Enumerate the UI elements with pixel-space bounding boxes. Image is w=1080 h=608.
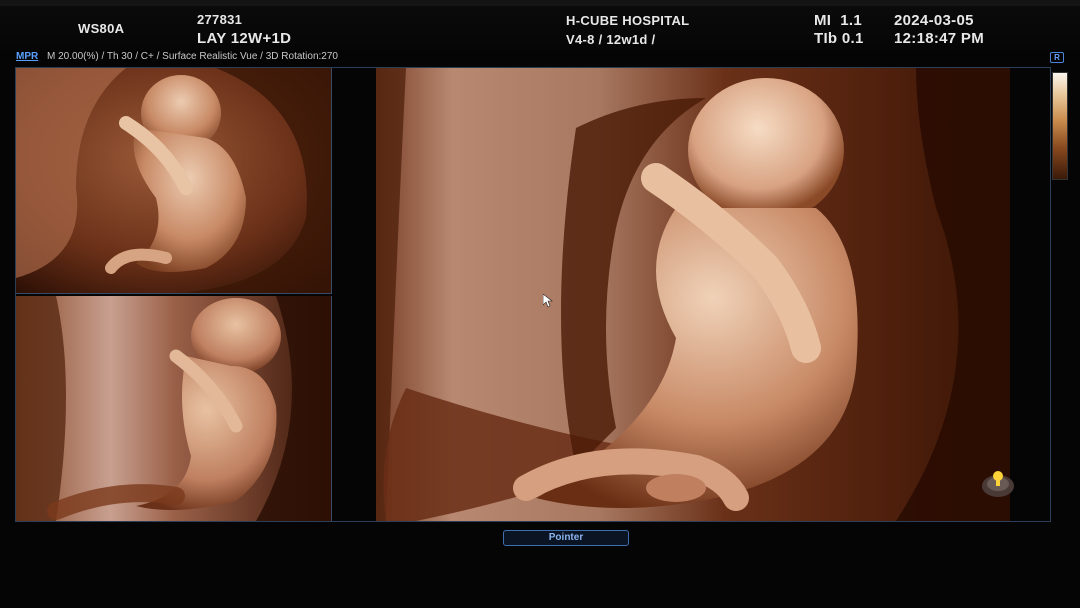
gestational-age: LAY 12W+1D bbox=[197, 30, 292, 47]
tib-value: 0.1 bbox=[841, 30, 864, 47]
pointer-button[interactable]: Pointer bbox=[503, 530, 629, 546]
fetus-render-a bbox=[16, 68, 331, 293]
color-map-bar bbox=[1052, 72, 1068, 180]
mouse-cursor-icon bbox=[543, 294, 553, 308]
mi-label: MI bbox=[814, 12, 832, 29]
exam-time: 12:18:47 PM bbox=[894, 30, 985, 47]
exam-date: 2024-03-05 bbox=[894, 12, 974, 29]
tib-readout: TIb 0.1 bbox=[814, 30, 864, 47]
fetus-render-main bbox=[376, 68, 1010, 521]
hospital-name: H-CUBE HOSPITAL bbox=[566, 13, 690, 28]
probe-info: V4-8 / 12w1d / bbox=[566, 32, 656, 47]
r-icon[interactable]: R bbox=[1050, 52, 1064, 63]
patient-id: 277831 bbox=[197, 12, 243, 27]
render-params-bar: MPR M 20.00(%) / Th 30 / C+ / Surface Re… bbox=[16, 51, 338, 65]
mi-readout: MI 1.1 bbox=[814, 12, 862, 29]
right-margin bbox=[1010, 68, 1050, 521]
viewport-main-3d[interactable] bbox=[376, 68, 1010, 521]
top-rule bbox=[0, 0, 1080, 6]
mpr-tab[interactable]: MPR bbox=[16, 51, 38, 62]
viewport-gap bbox=[333, 68, 376, 521]
light-source-icon[interactable] bbox=[978, 462, 1018, 502]
header-bar: WS80A 277831 LAY 12W+1D H-CUBE HOSPITAL … bbox=[0, 0, 1080, 50]
viewport-top-left[interactable] bbox=[16, 68, 332, 294]
viewport-bottom-left[interactable] bbox=[16, 296, 332, 521]
render-params: M 20.00(%) / Th 30 / C+ / Surface Realis… bbox=[47, 51, 338, 62]
tib-label: TIb bbox=[814, 30, 838, 47]
mi-value: 1.1 bbox=[840, 12, 862, 29]
probe-preset: WS80A bbox=[78, 21, 125, 36]
fetus-render-b bbox=[16, 296, 331, 521]
